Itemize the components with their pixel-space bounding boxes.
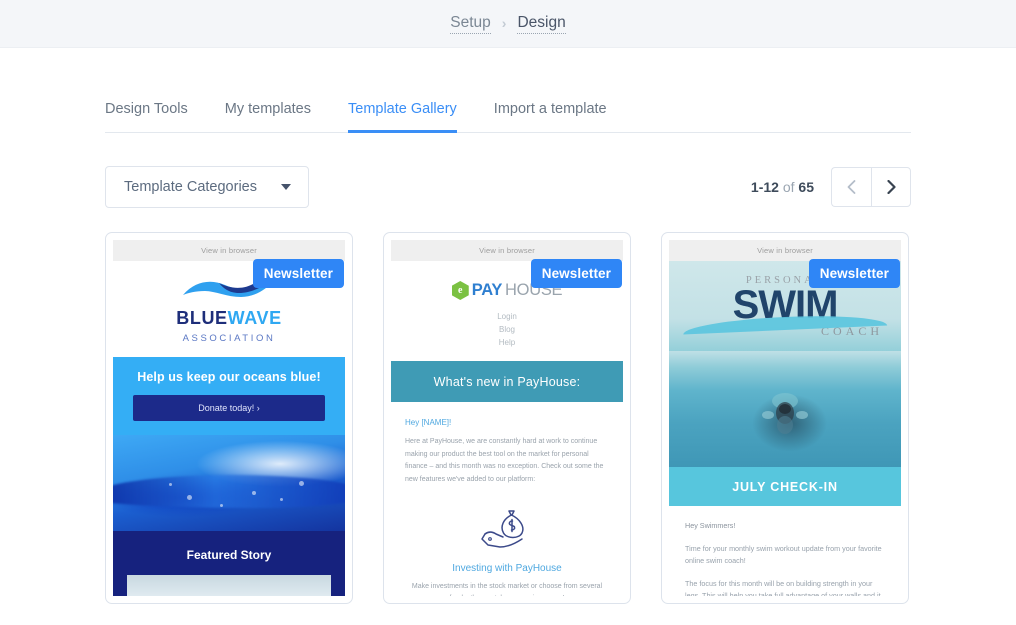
pagination-next-button[interactable]: [871, 167, 911, 207]
july-check-in-heading: JULY CHECK-IN: [669, 467, 901, 506]
pagination-range: 1-12: [750, 179, 779, 195]
pagination-count: 1-12 of 65: [751, 179, 814, 195]
donate-button: Donate today! ›: [133, 395, 325, 421]
view-in-browser-label: View in browser: [669, 240, 901, 261]
payhouse-feature-title: Investing with PayHouse: [452, 563, 562, 574]
bluewave-name: BLUEWAVE: [113, 308, 345, 329]
template-categories-label: Template Categories: [124, 179, 257, 195]
featured-story-image: [113, 575, 345, 596]
money-bag-in-hand-icon: [481, 510, 524, 548]
status-badge: Newsletter: [252, 259, 344, 288]
brand-part-2: WAVE: [227, 308, 282, 328]
pagination-total: 65: [798, 179, 814, 195]
swim-paragraph-1: Time for your monthly swim workout updat…: [685, 543, 882, 566]
swim-paragraph-2: The focus for this month will be on buil…: [685, 578, 881, 597]
brand-part-1: BLUE: [176, 308, 228, 328]
template-preview: View in browser BLUEWAVE ASSOCIATION Hel…: [113, 240, 345, 596]
payhouse-feature-body: Make investments in the stock market or …: [411, 583, 603, 596]
underwater-photo: [669, 351, 901, 467]
view-in-browser-label: View in browser: [113, 240, 345, 261]
status-badge: Newsletter: [530, 259, 622, 288]
swimmer-icon: [762, 393, 808, 434]
breadcrumb: Setup › Design: [450, 14, 566, 34]
tab-template-gallery[interactable]: Template Gallery: [348, 93, 457, 133]
template-card-bluewave[interactable]: Newsletter View in browser BLUEWAVE ASSO…: [105, 232, 353, 604]
pagination-prev-button[interactable]: [831, 167, 871, 207]
nav-item-login: Login: [497, 312, 517, 321]
breadcrumb-bar: Setup › Design: [0, 0, 1016, 48]
pagination-buttons: [831, 167, 911, 207]
gallery-controls: Template Categories 1-12 of 65: [105, 166, 911, 208]
money-bag-in-hand-icon-wrap: [391, 486, 623, 563]
template-gallery-grid: Newsletter View in browser BLUEWAVE ASSO…: [105, 232, 911, 604]
tab-bar: Design Tools My templates Template Galle…: [105, 92, 911, 133]
template-preview: View in browser e PAY HOUSE Login Blog He…: [391, 240, 623, 596]
nav-item-blog: Blog: [498, 325, 515, 334]
swim-hero: PERSONAL SWIM COACH: [669, 261, 901, 467]
payhouse-band-heading: What's new in PayHouse:: [391, 361, 623, 402]
chevron-down-icon: [281, 184, 291, 190]
template-categories-dropdown[interactable]: Template Categories: [105, 166, 309, 208]
tab-import-a-template[interactable]: Import a template: [494, 93, 607, 133]
bluewave-subtitle: ASSOCIATION: [182, 333, 276, 344]
pagination-of: of: [782, 179, 795, 195]
chevron-left-icon: [847, 180, 856, 194]
pagination: 1-12 of 65: [751, 167, 911, 207]
breadcrumb-item-setup[interactable]: Setup: [450, 14, 491, 34]
page-body: Design Tools My templates Template Galle…: [0, 92, 1016, 604]
breadcrumb-separator-icon: ›: [501, 14, 507, 31]
payhouse-body-text: Here at PayHouse, we are constantly hard…: [405, 438, 604, 483]
swim-greeting: Hey Swimmers!: [685, 521, 736, 530]
template-card-payhouse[interactable]: Newsletter View in browser e PAY HOUSE Lo…: [383, 232, 631, 604]
hexagon-logo-icon: e: [451, 281, 469, 300]
template-card-swim-coach[interactable]: Newsletter View in browser PERSONAL SWIM…: [661, 232, 909, 604]
tab-my-templates[interactable]: My templates: [225, 93, 311, 133]
bluewave-headline: Help us keep our oceans blue!: [113, 357, 345, 395]
brand-part-1: PAY: [471, 281, 503, 299]
water-splash-photo: [113, 435, 345, 531]
featured-story-heading: Featured Story: [113, 531, 345, 575]
payhouse-nav: Login Blog Help: [391, 310, 623, 361]
template-preview: View in browser PERSONAL SWIM COACH JULY…: [669, 240, 901, 596]
payhouse-greeting: Hey [NAME]!: [405, 418, 452, 427]
view-in-browser-label: View in browser: [391, 240, 623, 261]
breadcrumb-item-design[interactable]: Design: [517, 14, 566, 34]
bluewave-cta-wrap: Donate today! ›: [113, 395, 345, 435]
chevron-right-icon: [886, 180, 896, 194]
nav-item-help: Help: [498, 338, 516, 347]
splash-shape: [113, 475, 345, 508]
tab-design-tools[interactable]: Design Tools: [105, 93, 188, 133]
status-badge: Newsletter: [808, 259, 900, 288]
logo-mark: e: [458, 285, 463, 296]
swim-body: Hey Swimmers! Time for your monthly swim…: [669, 506, 901, 596]
